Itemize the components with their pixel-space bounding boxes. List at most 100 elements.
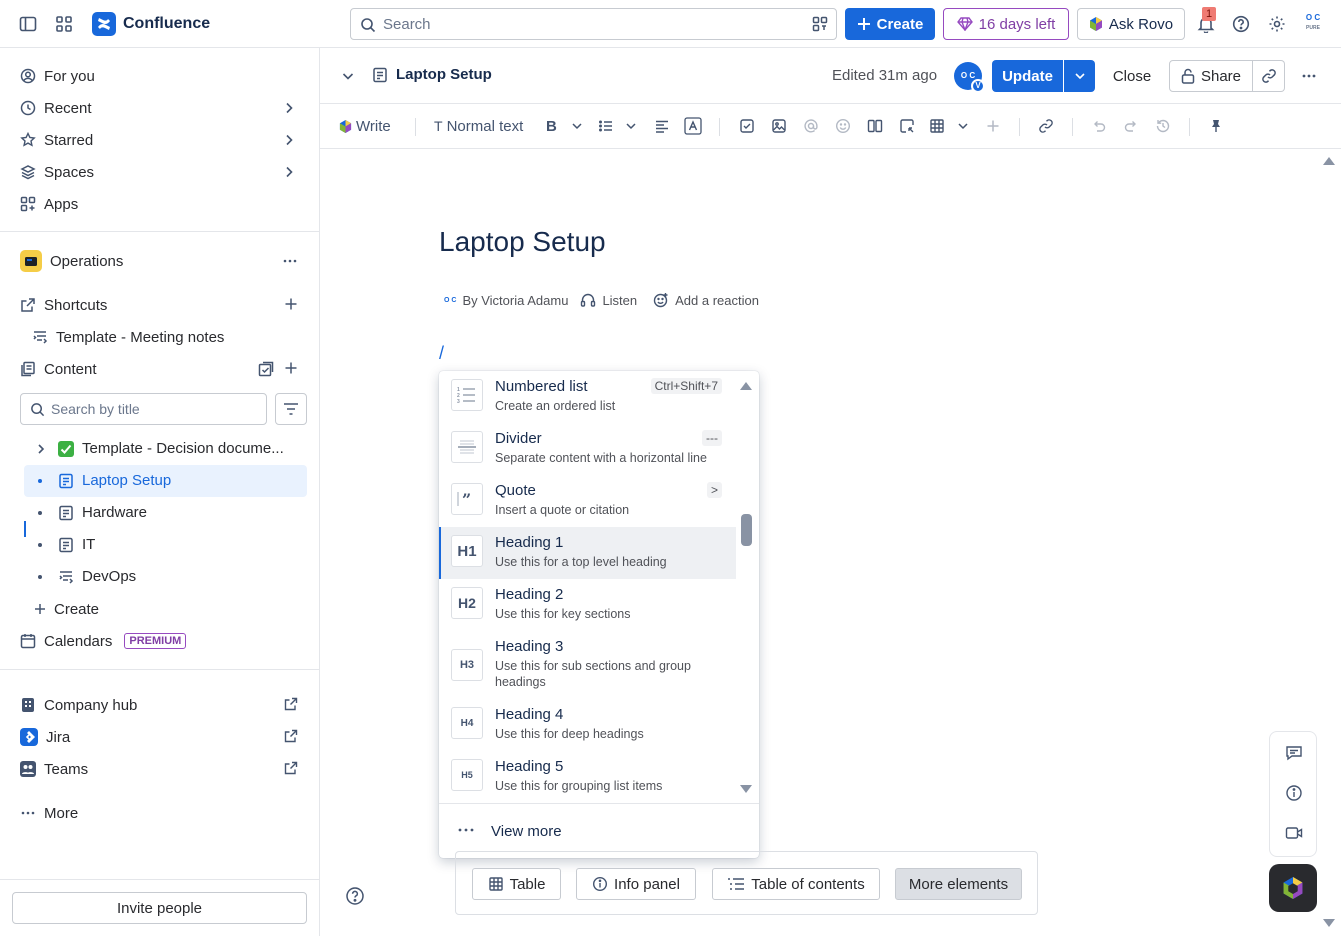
menu-item-heading-1[interactable]: H1 Heading 1 Use this for a top level he… (439, 527, 736, 579)
add-content-plus-icon[interactable] (284, 361, 298, 375)
history-icon[interactable] (1155, 116, 1171, 136)
emoji-icon[interactable] (835, 116, 851, 136)
sidebar-item-for-you[interactable]: For you (12, 60, 308, 92)
confluence-logo[interactable]: Confluence (92, 12, 210, 36)
search-filter-icon[interactable] (812, 16, 828, 32)
layout-columns-icon[interactable] (867, 116, 883, 136)
tree-item-decision-doc[interactable]: Template - Decision docume... (24, 433, 307, 465)
bold-icon[interactable]: B (546, 116, 557, 136)
sidebar-item-apps[interactable]: Apps (12, 188, 308, 220)
redo-icon[interactable] (1123, 116, 1139, 136)
link-icon[interactable] (1038, 116, 1054, 136)
checkbox-icon[interactable] (739, 116, 755, 136)
page-scroll-up-icon[interactable] (1322, 156, 1336, 166)
add-reaction-button[interactable]: Add a reaction (675, 293, 759, 308)
insert-link-card-icon[interactable] (899, 116, 915, 136)
tree-item-it[interactable]: IT (24, 529, 307, 561)
create-whiteboard-icon[interactable] (258, 361, 274, 377)
align-left-icon[interactable] (654, 116, 670, 136)
sidebar-link-jira[interactable]: Jira (12, 721, 308, 753)
create-button[interactable]: Create (845, 8, 935, 40)
text-style-dropdown[interactable]: T Normal text (434, 116, 523, 136)
author-label[interactable]: By Victoria Adamu (462, 293, 568, 308)
space-operations[interactable]: Operations (12, 245, 308, 277)
slash-command-input[interactable]: / (439, 343, 444, 364)
image-icon[interactable] (771, 116, 787, 136)
chevron-right-icon[interactable] (282, 133, 296, 147)
page-scroll-down-icon[interactable] (1322, 918, 1336, 928)
more-horizontal-icon[interactable] (282, 253, 298, 269)
scroll-down-arrow-icon[interactable] (739, 784, 753, 794)
sidebar-create-page[interactable]: Create (12, 593, 308, 625)
page-info-icon[interactable] (1284, 783, 1304, 803)
tree-item-hardware[interactable]: Hardware (24, 497, 307, 529)
comments-icon[interactable] (1284, 743, 1304, 763)
sidebar-toggle-icon[interactable] (16, 12, 40, 36)
sidebar-link-teams[interactable]: Teams (12, 753, 308, 785)
add-shortcut-plus-icon[interactable] (284, 297, 298, 311)
pin-icon[interactable] (1208, 116, 1224, 136)
menu-item-numbered-list[interactable]: 123 Numbered list Create an ordered list… (439, 371, 736, 423)
listen-button[interactable]: Listen (602, 293, 637, 308)
chevron-down-icon[interactable] (341, 69, 355, 83)
help-icon[interactable] (1229, 12, 1253, 36)
insert-table-button[interactable]: Table (472, 868, 561, 900)
sidebar-item-spaces[interactable]: Spaces (12, 156, 308, 188)
search-by-title-input[interactable]: Search by title (20, 393, 267, 425)
invite-people-button[interactable]: Invite people (12, 892, 307, 924)
user-avatar[interactable]: O C PURE (1300, 12, 1326, 38)
filter-button[interactable] (275, 393, 307, 425)
page-title[interactable]: Laptop Setup (439, 226, 606, 258)
menu-item-divider[interactable]: Divider Separate content with a horizont… (439, 423, 736, 475)
settings-gear-icon[interactable] (1265, 12, 1289, 36)
update-button[interactable]: Update (992, 60, 1063, 92)
bullet-list-icon[interactable] (598, 116, 614, 136)
chevron-right-icon[interactable] (282, 165, 296, 179)
scroll-up-arrow-icon[interactable] (739, 381, 753, 391)
share-button[interactable]: Share (1169, 60, 1253, 92)
ask-rovo-button[interactable]: Ask Rovo (1077, 8, 1185, 40)
sidebar-shortcuts[interactable]: Shortcuts (12, 289, 308, 321)
menu-item-heading-5[interactable]: H5 Heading 5 Use this for grouping list … (439, 751, 736, 803)
app-switcher-icon[interactable] (52, 12, 76, 36)
shortcut-template-meeting-notes[interactable]: Template - Meeting notes (12, 321, 308, 353)
chevron-down-icon[interactable] (957, 116, 969, 136)
collaborator-avatar[interactable]: O C V (954, 62, 985, 93)
menu-item-quote[interactable]: ” Quote Insert a quote or citation > (439, 475, 736, 527)
update-options-button[interactable] (1064, 60, 1095, 92)
insert-info-panel-button[interactable]: Info panel (576, 868, 696, 900)
tree-item-devops[interactable]: DevOps (24, 561, 307, 593)
sidebar-calendars[interactable]: Calendars PREMIUM (12, 625, 308, 657)
global-search-input[interactable]: Search (350, 8, 837, 40)
menu-scrollbar[interactable] (736, 371, 759, 803)
more-actions-button[interactable] (1293, 60, 1325, 92)
sidebar-link-company-hub[interactable]: Company hub (12, 689, 308, 721)
edited-timestamp[interactable]: Edited 31m ago (832, 67, 937, 84)
text-color-icon[interactable] (684, 116, 702, 136)
video-icon[interactable] (1284, 823, 1304, 843)
chevron-down-icon[interactable] (625, 116, 637, 136)
chevron-down-icon[interactable] (571, 116, 583, 136)
mention-icon[interactable] (803, 116, 819, 136)
menu-scroll-thumb[interactable] (741, 514, 752, 546)
trial-button[interactable]: 16 days left (943, 8, 1069, 40)
sidebar-content[interactable]: Content (12, 353, 308, 385)
close-button[interactable]: Close (1103, 60, 1161, 92)
sidebar-more[interactable]: More (12, 797, 308, 829)
menu-item-heading-4[interactable]: H4 Heading 4 Use this for deep headings (439, 699, 736, 751)
undo-icon[interactable] (1091, 116, 1107, 136)
menu-item-heading-3[interactable]: H3 Heading 3 Use this for sub sections a… (439, 631, 736, 699)
tree-item-laptop-setup[interactable]: Laptop Setup (24, 465, 307, 497)
write-mode-button[interactable]: Write (339, 116, 391, 136)
insert-plus-icon[interactable] (986, 116, 1000, 136)
rovo-chat-button[interactable] (1269, 864, 1317, 912)
copy-link-button[interactable] (1253, 60, 1285, 92)
page-breadcrumb-title[interactable]: Laptop Setup (372, 66, 492, 83)
sidebar-item-recent[interactable]: Recent (12, 92, 308, 124)
chevron-right-icon[interactable] (35, 443, 47, 455)
insert-toc-button[interactable]: Table of contents (712, 868, 880, 900)
table-icon[interactable] (929, 116, 945, 136)
help-icon[interactable] (345, 886, 365, 906)
sidebar-item-starred[interactable]: Starred (12, 124, 308, 156)
more-elements-button[interactable]: More elements (895, 868, 1022, 900)
